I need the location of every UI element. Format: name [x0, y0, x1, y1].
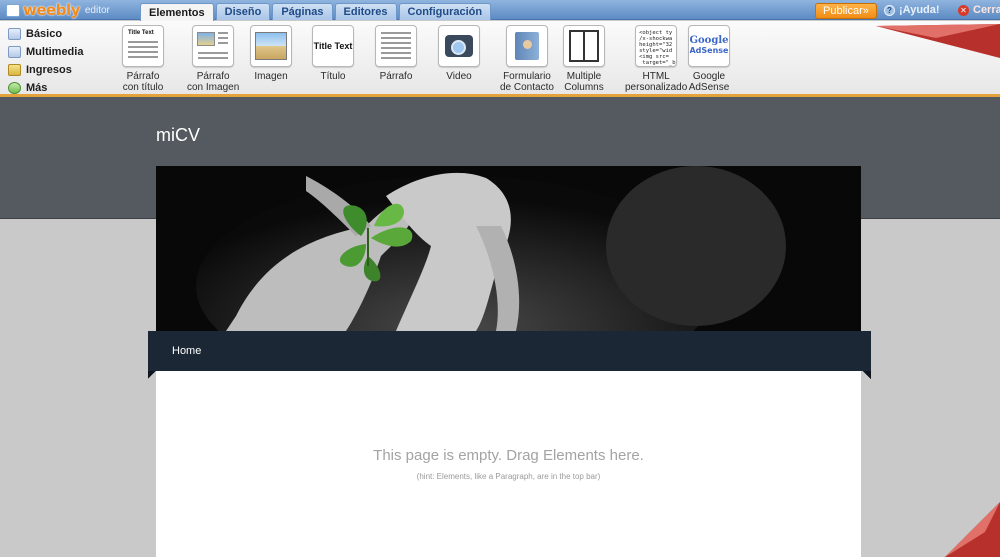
element-label: AdSense: [688, 82, 730, 93]
element-multiple-columns[interactable]: Multiple Columns: [563, 25, 605, 93]
category-list: Básico Multimedia Ingresos Más: [8, 25, 118, 97]
element-parrafo-con-titulo[interactable]: Title Text Párrafo con título: [122, 25, 164, 93]
element-label: Formulario: [503, 71, 551, 82]
site-navigation: [148, 331, 871, 371]
page-icon: [8, 28, 21, 40]
page-curl-decoration: [876, 24, 1000, 58]
category-ingresos[interactable]: Ingresos: [8, 61, 118, 79]
nav-ribbon-fold-right: [863, 371, 871, 379]
element-label: Imagen: [254, 71, 288, 82]
element-parrafo[interactable]: Párrafo: [375, 25, 417, 82]
category-multimedia[interactable]: Multimedia: [8, 43, 118, 61]
image-icon: [255, 32, 287, 60]
element-label: Google: [692, 71, 726, 82]
logo-text: weebly: [23, 1, 80, 19]
logo-icon: [6, 3, 20, 17]
video-thumb: [438, 25, 480, 67]
element-parrafo-con-imagen[interactable]: Párrafo con Imagen: [187, 25, 239, 93]
help-icon: ?: [884, 4, 895, 16]
tab-configuracion[interactable]: Configuración: [398, 3, 492, 20]
weebly-logo[interactable]: weebly editor: [6, 1, 110, 19]
adsense-thumb: Google AdSense: [688, 25, 730, 67]
close-label: Cerra: [973, 4, 1000, 16]
element-label: con Imagen: [187, 82, 240, 93]
element-video[interactable]: Video: [438, 25, 480, 82]
element-label: personalizado: [625, 82, 688, 93]
category-mas[interactable]: Más: [8, 79, 118, 97]
plus-icon: [8, 82, 21, 94]
header-image[interactable]: [156, 166, 861, 331]
element-html-personalizado[interactable]: <object ty /x-shockwa height="32 style="…: [625, 25, 687, 93]
empty-page-message: This page is empty. Drag Elements here.: [373, 447, 644, 464]
columns-thumb: [563, 25, 605, 67]
help-label: ¡Ayuda!: [899, 4, 940, 16]
page-curl-decoration: [945, 502, 1000, 557]
thumb-title-text: Title Text: [128, 30, 154, 36]
title-thumb: Title Text: [312, 25, 354, 67]
paragraph-title-thumb: Title Text: [122, 25, 164, 67]
elements-toolbar: Básico Multimedia Ingresos Más Title Tex…: [0, 21, 1000, 97]
element-label: Título: [320, 71, 346, 82]
code-snippet: <object ty /x-shockwa height="32 style="…: [639, 30, 676, 66]
element-label: Multiple: [566, 71, 602, 82]
element-label: de Contacto: [500, 82, 554, 93]
element-formulario-de-contacto[interactable]: Formulario de Contacto: [500, 25, 554, 93]
html-thumb: <object ty /x-shockwa height="32 style="…: [635, 25, 678, 67]
site-title[interactable]: miCV: [156, 125, 200, 146]
element-imagen[interactable]: Imagen: [250, 25, 292, 82]
close-icon: ✕: [958, 4, 969, 16]
nav-ribbon-fold-left: [148, 371, 156, 379]
nav-item-home[interactable]: Home: [172, 345, 201, 357]
category-label: Ingresos: [26, 64, 72, 76]
columns-icon: [569, 30, 599, 62]
main-tabs: Elementos Diseño Páginas Editores Config…: [140, 3, 492, 21]
element-label: Video: [446, 71, 472, 82]
contact-book-icon: [514, 32, 539, 60]
help-button[interactable]: ? ¡Ayuda!: [884, 4, 940, 16]
tab-diseno[interactable]: Diseño: [215, 3, 271, 20]
money-icon: [8, 64, 21, 76]
tab-elementos[interactable]: Elementos: [140, 3, 214, 21]
category-label: Más: [26, 82, 48, 94]
element-label: Columns: [564, 82, 604, 93]
tab-editores[interactable]: Editores: [334, 3, 397, 20]
thumb-title-text: Title Text: [313, 41, 353, 51]
element-label: Párrafo: [196, 71, 230, 82]
media-icon: [8, 46, 21, 58]
logo-suffix: editor: [84, 4, 110, 16]
paragraph-image-thumb: [192, 25, 235, 67]
category-basico[interactable]: Básico: [8, 25, 118, 43]
adsense-brand: Google: [689, 35, 729, 46]
close-button[interactable]: ✕ Cerra: [958, 4, 1000, 16]
contact-form-thumb: [505, 25, 548, 67]
empty-page-hint: (hint: Elements, like a Paragraph, are i…: [416, 472, 601, 481]
paragraph-thumb: [375, 25, 417, 67]
category-label: Básico: [26, 28, 63, 40]
hands-plant-image: [156, 166, 861, 331]
adsense-brand-2: AdSense: [689, 46, 729, 55]
image-thumb: [250, 25, 292, 67]
category-label: Multimedia: [26, 46, 84, 58]
content-drop-area[interactable]: [156, 371, 861, 557]
element-label: Párrafo: [379, 71, 413, 82]
tab-paginas[interactable]: Páginas: [272, 3, 333, 20]
element-label: con título: [122, 82, 164, 93]
element-label: HTML: [642, 71, 670, 82]
element-label: Párrafo: [126, 71, 160, 82]
publish-button[interactable]: Publicar»: [815, 3, 877, 19]
element-titulo[interactable]: Title Text Título: [312, 25, 354, 82]
google-adsense-icon: Google AdSense: [689, 36, 728, 56]
element-google-adsense[interactable]: Google AdSense Google AdSense: [688, 25, 730, 93]
top-bar: weebly editor Elementos Diseño Páginas E…: [0, 0, 1000, 21]
video-camera-icon: [445, 35, 473, 57]
